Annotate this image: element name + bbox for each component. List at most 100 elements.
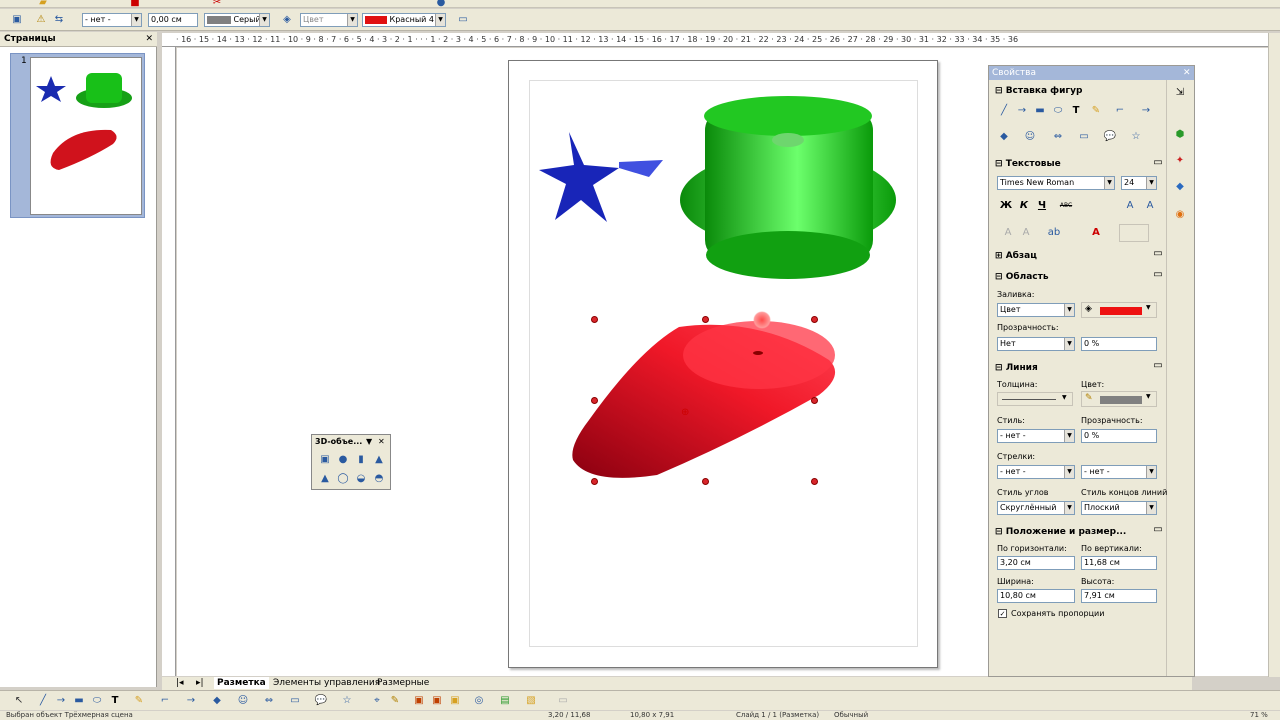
highlight-color-button[interactable] xyxy=(1119,224,1149,242)
selection-handle[interactable] xyxy=(811,397,818,404)
navigator-tab-icon[interactable]: ◉ xyxy=(1173,208,1187,222)
fill-color-select[interactable]: ◈ ▼ xyxy=(1081,302,1157,318)
cube-icon[interactable]: ▣ xyxy=(318,453,332,467)
lines-arrows-icon[interactable]: → xyxy=(184,694,198,708)
horizontal-ruler[interactable]: · 16 · 15 · 14 · 13 · 12 · 11 · 10 · 9 ·… xyxy=(162,33,1270,47)
height-field[interactable]: 7,91 см xyxy=(1081,589,1157,603)
select-arrow-icon[interactable]: ↖ xyxy=(12,694,26,708)
chevron-down-icon[interactable]: ▼ xyxy=(366,435,372,449)
position-size-header[interactable]: ⊟ Положение и размер... xyxy=(995,527,1126,537)
line-tool-icon[interactable]: ╱ xyxy=(997,104,1011,118)
corner-style-select[interactable]: Скруглённый ▼ xyxy=(997,501,1075,515)
styles-tab-icon[interactable]: ✦ xyxy=(1173,154,1187,168)
text-section-header[interactable]: ⊟ Текстовые xyxy=(995,159,1061,169)
transparency-percent-field[interactable]: 0 % xyxy=(1081,337,1157,351)
line-transparency-field[interactable]: 0 % xyxy=(1081,429,1157,443)
symbol-shapes-icon[interactable]: ☺ xyxy=(236,694,250,708)
paragraph-header[interactable]: ⊞ Абзац xyxy=(995,251,1037,261)
close-icon[interactable]: ✕ xyxy=(378,435,385,449)
vertical-ruler[interactable] xyxy=(162,47,176,676)
fill-select[interactable]: Цвет ▼ xyxy=(997,303,1075,317)
ellipse-tool-icon[interactable]: ⬭ xyxy=(90,694,104,708)
line-icon[interactable]: ⚠ xyxy=(34,13,48,27)
arrow-start-select[interactable]: - нет - ▼ xyxy=(997,465,1075,479)
basic-shapes-icon[interactable]: ◆ xyxy=(997,130,1011,144)
arrow-tool-icon[interactable]: → xyxy=(1015,104,1029,118)
gallery-icon[interactable]: ▣ xyxy=(448,694,462,708)
pyramid-icon[interactable]: ▲ xyxy=(318,472,332,486)
points-icon[interactable]: ⌖ xyxy=(370,694,384,708)
glue-points-icon[interactable]: ✎ xyxy=(388,694,402,708)
tab-layout[interactable]: Разметка xyxy=(214,677,269,689)
line-style-select[interactable]: - нет - ▼ xyxy=(82,13,142,27)
more-options-icon[interactable]: ▭ xyxy=(1151,247,1165,261)
gallery-tab-icon[interactable]: ◆ xyxy=(1173,180,1187,194)
half-sphere-icon[interactable]: ◓ xyxy=(372,472,386,486)
properties-tab-icon[interactable]: ⬢ xyxy=(1173,128,1187,142)
block-arrows-icon[interactable]: ⇔ xyxy=(1051,130,1065,144)
strikethrough-button[interactable]: ABC xyxy=(1059,199,1073,213)
arrow-tool-icon[interactable]: → xyxy=(54,694,68,708)
vertical-position-field[interactable]: 11,68 см xyxy=(1081,556,1157,570)
selection-handle[interactable] xyxy=(811,316,818,323)
curve-tool-icon[interactable]: ✎ xyxy=(1089,104,1103,118)
text-tool-icon[interactable]: T xyxy=(1069,104,1083,118)
width-field[interactable]: 10,80 см xyxy=(997,589,1075,603)
font-color-icon[interactable]: A xyxy=(1089,226,1103,240)
thickness-select[interactable]: ▼ xyxy=(997,392,1073,406)
insert-shapes-header[interactable]: ⊟ Вставка фигур xyxy=(995,86,1082,96)
arrow-end-select[interactable]: - нет - ▼ xyxy=(1081,465,1157,479)
star-3d-shape[interactable] xyxy=(539,132,663,222)
page-thumbnail[interactable]: 1 xyxy=(10,53,145,218)
line-color-select[interactable]: ✎ ▼ xyxy=(1081,391,1157,407)
selection-handle[interactable] xyxy=(811,478,818,485)
cap-style-select[interactable]: Плоский ▼ xyxy=(1081,501,1157,515)
more-options-icon[interactable]: ▭ xyxy=(1151,523,1165,537)
selection-handle[interactable] xyxy=(702,316,709,323)
shadow-icon[interactable]: ▭ xyxy=(456,13,470,27)
underline-button[interactable]: Ч xyxy=(1035,199,1049,213)
tab-controls[interactable]: Элементы управления xyxy=(270,677,383,689)
stars-icon[interactable]: ☆ xyxy=(1129,130,1143,144)
tab-nav-first[interactable]: |◂ xyxy=(176,677,184,689)
line-header[interactable]: ⊟ Линия xyxy=(995,363,1038,373)
rotation-pivot-icon[interactable]: ⊕ xyxy=(681,407,689,418)
selection-handle[interactable] xyxy=(591,316,598,323)
rectangle-tool-icon[interactable]: ▬ xyxy=(72,694,86,708)
align-icon[interactable]: ▤ xyxy=(498,694,512,708)
more-options-icon[interactable]: ▭ xyxy=(1151,268,1165,282)
3d-objects-icon[interactable]: ◎ xyxy=(472,694,486,708)
curve-tool-icon[interactable]: ✎ xyxy=(132,694,146,708)
lines-arrows-icon[interactable]: → xyxy=(1139,104,1153,118)
area-header[interactable]: ⊟ Область xyxy=(995,272,1049,282)
tab-dimension[interactable]: Размерные xyxy=(374,677,432,689)
connector-tool-icon[interactable]: ⌐ xyxy=(158,694,172,708)
torus-icon[interactable]: ◯ xyxy=(336,472,350,486)
image-icon[interactable]: ▣ xyxy=(430,694,444,708)
keep-ratio-checkbox[interactable]: ✓ xyxy=(998,609,1007,618)
flowchart-icon[interactable]: ▭ xyxy=(1077,130,1091,144)
text-tool-icon[interactable]: T xyxy=(108,694,122,708)
bold-button[interactable]: Ж xyxy=(999,199,1013,213)
styles-icon[interactable]: ▣ xyxy=(10,13,24,27)
flowchart-icon[interactable]: ▭ xyxy=(288,694,302,708)
italic-button[interactable]: К xyxy=(1017,199,1031,213)
cone-icon[interactable]: ▲ xyxy=(372,453,386,467)
line-tool-icon[interactable]: ╱ xyxy=(36,694,50,708)
arrow-style-icon[interactable]: ⇆ xyxy=(52,13,66,27)
close-icon[interactable]: ✕ xyxy=(1183,66,1191,80)
area-style-select[interactable]: Цвет ▼ xyxy=(300,13,358,27)
character-spacing-icon[interactable]: ab xyxy=(1047,226,1061,240)
line-width-field[interactable]: 0,00 см xyxy=(148,13,198,27)
font-grow-icon[interactable]: A xyxy=(1123,199,1137,213)
more-options-icon[interactable]: ▭ xyxy=(1151,156,1165,170)
stars-icon[interactable]: ☆ xyxy=(340,694,354,708)
menu-icon[interactable]: ⇲ xyxy=(1173,86,1187,100)
callouts-icon[interactable]: 💬 xyxy=(1103,130,1117,144)
font-size-select[interactable]: 24 ▼ xyxy=(1121,176,1157,190)
transparency-select[interactable]: Нет ▼ xyxy=(997,337,1075,351)
basic-shapes-icon[interactable]: ◆ xyxy=(210,694,224,708)
cylinder-3d-shape[interactable] xyxy=(680,96,896,279)
3d-toolbar-title[interactable]: 3D-объе... ▼ ✕ xyxy=(312,435,390,449)
block-arrows-icon[interactable]: ⇔ xyxy=(262,694,276,708)
